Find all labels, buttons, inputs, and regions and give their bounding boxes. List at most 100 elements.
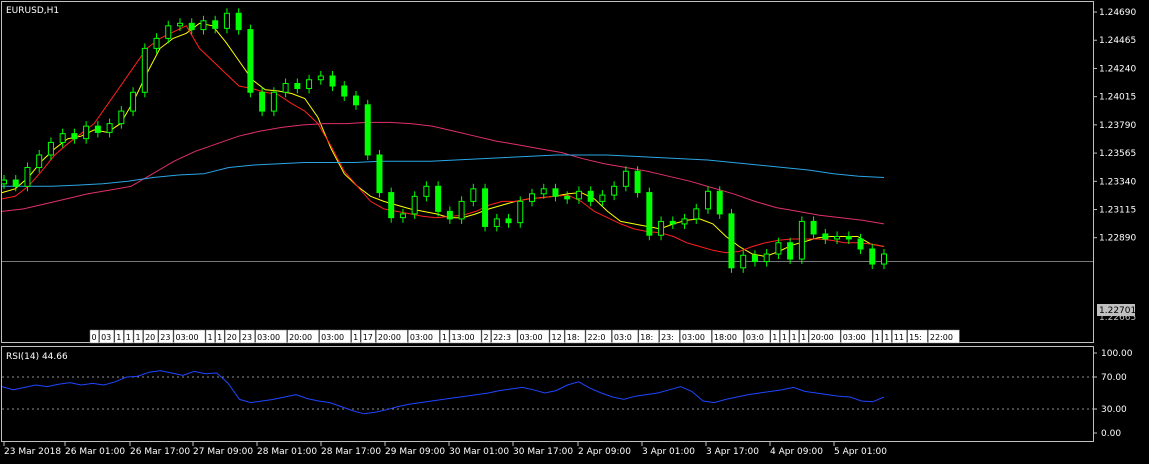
candle-body: [200, 20, 207, 31]
candle-body: [165, 25, 172, 39]
time-scale-label: 13:00: [452, 333, 475, 342]
time-tick-label: 3 Apr 01:00: [642, 447, 695, 457]
price-tick-label: 1.24690: [1099, 8, 1136, 18]
time-scale-label: 03:00: [410, 333, 433, 342]
time-scale-label: 1: [217, 333, 222, 342]
candle-body: [329, 75, 336, 87]
rsi-tick-label: 70.00: [1101, 373, 1127, 383]
time-scale-label: 03:00: [176, 333, 199, 342]
price-tick-label: 1.23565: [1099, 149, 1136, 159]
time-scale-label: 18:: [567, 333, 580, 342]
candle-body: [505, 218, 512, 224]
time-scale-label: 03:0: [614, 333, 632, 342]
candle-body: [59, 133, 66, 143]
time-scale-label: 15:: [909, 333, 922, 342]
candle-body: [869, 248, 876, 265]
candle-body: [71, 133, 78, 140]
price-tick-label: 1.24465: [1099, 36, 1136, 46]
candle-body: [458, 200, 465, 220]
time-scale-label: 1: [136, 333, 141, 342]
candle-body: [857, 238, 864, 250]
candle-body: [282, 83, 289, 93]
time-scale-label: 1: [772, 333, 777, 342]
time-scale-label: 03:0: [746, 333, 764, 342]
candle-body: [529, 193, 535, 202]
candle-body: [212, 20, 219, 29]
time-scale-label: 1: [792, 333, 797, 342]
chart-background: [0, 0, 1149, 460]
time-scale-label: 1: [884, 333, 889, 342]
time-scale-label: 20:00: [378, 333, 401, 342]
candle-body: [259, 91, 266, 112]
candle-body: [881, 253, 887, 265]
candle-body: [446, 210, 453, 220]
time-scale-label: 20:00: [811, 333, 834, 342]
time-tick-label: 28 Mar 01:00: [257, 447, 317, 457]
candle-body: [611, 185, 618, 196]
candle-body: [845, 235, 852, 240]
candle-body: [188, 22, 195, 31]
candle-body: [470, 188, 477, 202]
candle-body: [1, 179, 7, 185]
time-tick-label: 23 Mar 2018: [4, 447, 61, 457]
time-scale-label: 23:: [661, 333, 674, 342]
candle-body: [834, 235, 841, 240]
candle-body: [235, 12, 242, 31]
candle-body: [646, 192, 653, 236]
candle-body: [681, 218, 688, 225]
time-tick-label: 26 Mar 01:00: [65, 447, 125, 457]
price-tick-label: 1.23115: [1099, 206, 1136, 216]
candle-body: [94, 125, 101, 133]
candle-body: [353, 95, 359, 106]
time-scale-label: 22:00: [930, 333, 953, 342]
candle-body: [435, 185, 442, 212]
candle-body: [411, 195, 418, 215]
time-tick-label: 30 Mar 01:00: [449, 447, 509, 457]
candle-body: [669, 220, 676, 225]
time-scale-label: 23: [242, 333, 252, 342]
time-scale-label: 18:00: [714, 333, 737, 342]
candle-body: [575, 190, 582, 200]
candle-body: [270, 91, 277, 112]
candle-body: [693, 208, 700, 220]
time-tick-label: 30 Mar 17:00: [513, 447, 573, 457]
candle-body: [36, 154, 43, 169]
candle-body: [482, 188, 489, 227]
time-tick-label: 2 Apr 09:00: [578, 447, 631, 457]
time-scale-label: 1: [116, 333, 121, 342]
time-tick-label: 5 Apr 01:00: [834, 447, 887, 457]
time-scale-label: 1: [875, 333, 880, 342]
candle-body: [517, 200, 524, 224]
time-scale-label: 1: [353, 333, 358, 342]
time-scale-label: 22:3: [493, 333, 511, 342]
time-scale-label: 03:00: [682, 333, 705, 342]
rsi-label: RSI(14) 44.66: [6, 352, 68, 362]
candle-body: [716, 190, 723, 215]
time-scale-label: 0: [92, 333, 97, 342]
candle-body: [12, 179, 19, 187]
chart-canvas: 1.24690 1.24465 1.24240 1.24015 1.23790 1.235…: [0, 0, 1149, 460]
price-tick-label: 1.23790: [1099, 121, 1136, 131]
trading-chart-window: 1.24690 1.24465 1.24240 1.24015 1.23790 1.235…: [0, 0, 1149, 460]
time-scale-label: 18:: [640, 333, 653, 342]
candle-body: [423, 185, 430, 197]
candle-body: [751, 254, 758, 263]
time-scale-strip[interactable]: 0 03 1 1 1 20 23 03:00 1 1 20 23 03:00 20:00 03:00 1 17 2…: [89, 329, 960, 344]
candle-body: [552, 188, 559, 197]
time-scale-label: 2: [484, 333, 489, 342]
time-scale-label: 1: [801, 333, 806, 342]
time-tick-label: 4 Apr 09:00: [770, 447, 823, 457]
candle-body: [118, 110, 125, 125]
time-tick-label: 27 Mar 09:00: [193, 447, 253, 457]
candle-body: [153, 37, 160, 49]
candle-body: [24, 167, 31, 187]
candle-body: [493, 218, 500, 227]
candle-body: [740, 254, 747, 269]
price-tick-label: 1.23340: [1099, 177, 1136, 187]
time-tick-label: 28 Mar 17:00: [321, 447, 381, 457]
candle-body: [564, 195, 571, 200]
candle-body: [223, 12, 230, 29]
time-tick-label: 29 Mar 09:00: [385, 447, 445, 457]
time-scale-label: 20:00: [289, 333, 312, 342]
candle-body: [341, 85, 348, 97]
